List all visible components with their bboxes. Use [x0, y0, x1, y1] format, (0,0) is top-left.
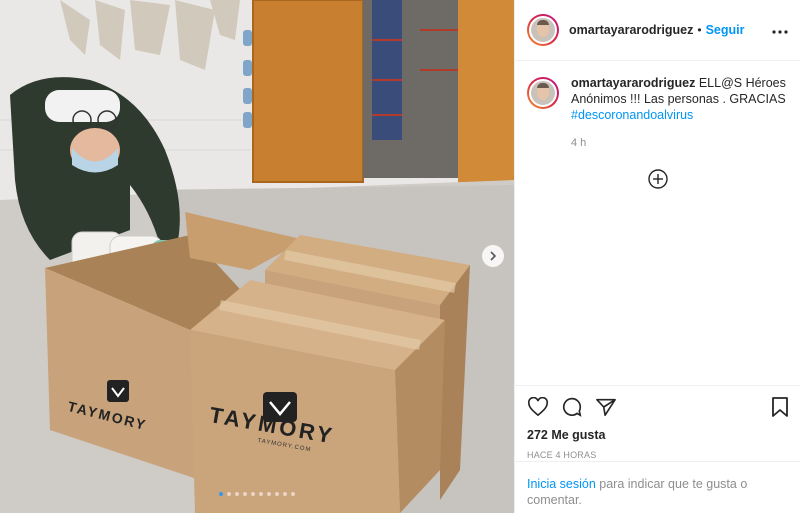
- carousel-dot: [251, 492, 255, 496]
- caption-avatar[interactable]: [527, 77, 559, 109]
- carousel-dot: [259, 492, 263, 496]
- caption: omartayararodriguez ELL@S Héroes Anónimo…: [515, 61, 800, 151]
- carousel-dot: [283, 492, 287, 496]
- carousel-dot: [227, 492, 231, 496]
- follow-button[interactable]: Seguir: [706, 23, 745, 37]
- post-header: omartayararodriguez • Seguir: [515, 0, 800, 61]
- more-options-icon[interactable]: [772, 22, 788, 38]
- action-icons: [527, 396, 789, 418]
- likes-count[interactable]: 272 Me gusta: [527, 428, 789, 442]
- caption-username-link[interactable]: omartayararodriguez: [571, 76, 695, 90]
- post-photo[interactable]: TAYMORY TAYMORY TAYMORY.COM: [0, 0, 514, 513]
- carousel-indicator: [0, 492, 514, 496]
- carousel-dot: [291, 492, 295, 496]
- bookmark-icon[interactable]: [771, 396, 789, 418]
- carousel-dot: [219, 492, 223, 496]
- add-comment-circle-icon[interactable]: [647, 168, 669, 190]
- carousel-next-button[interactable]: [482, 245, 504, 267]
- login-prompt: Inicia sesión para indicar que te gusta …: [515, 461, 800, 508]
- paper-plane-icon[interactable]: [595, 397, 617, 417]
- header-separator: •: [697, 23, 702, 37]
- heart-icon[interactable]: [527, 397, 549, 417]
- post-side-panel: omartayararodriguez • Seguir omartayarar…: [514, 0, 800, 513]
- comment-bubble-icon[interactable]: [561, 396, 583, 418]
- taymory-logo-left: [107, 380, 129, 402]
- login-link[interactable]: Inicia sesión: [527, 477, 596, 491]
- chevron-right-icon: [490, 251, 497, 261]
- carousel-dot: [267, 492, 271, 496]
- hashtag-link[interactable]: #descoronandoalvirus: [571, 108, 693, 122]
- avatar[interactable]: [527, 14, 559, 46]
- carousel-dot: [243, 492, 247, 496]
- caption-time: 4 h: [571, 137, 587, 149]
- carousel-dot: [235, 492, 239, 496]
- carousel-dot: [275, 492, 279, 496]
- post-timestamp[interactable]: HACE 4 HORAS: [527, 450, 789, 460]
- caption-body: omartayararodriguez ELL@S Héroes Anónimo…: [571, 75, 788, 151]
- username-link[interactable]: omartayararodriguez: [569, 23, 693, 37]
- post-actions: 272 Me gusta HACE 4 HORAS: [515, 385, 800, 460]
